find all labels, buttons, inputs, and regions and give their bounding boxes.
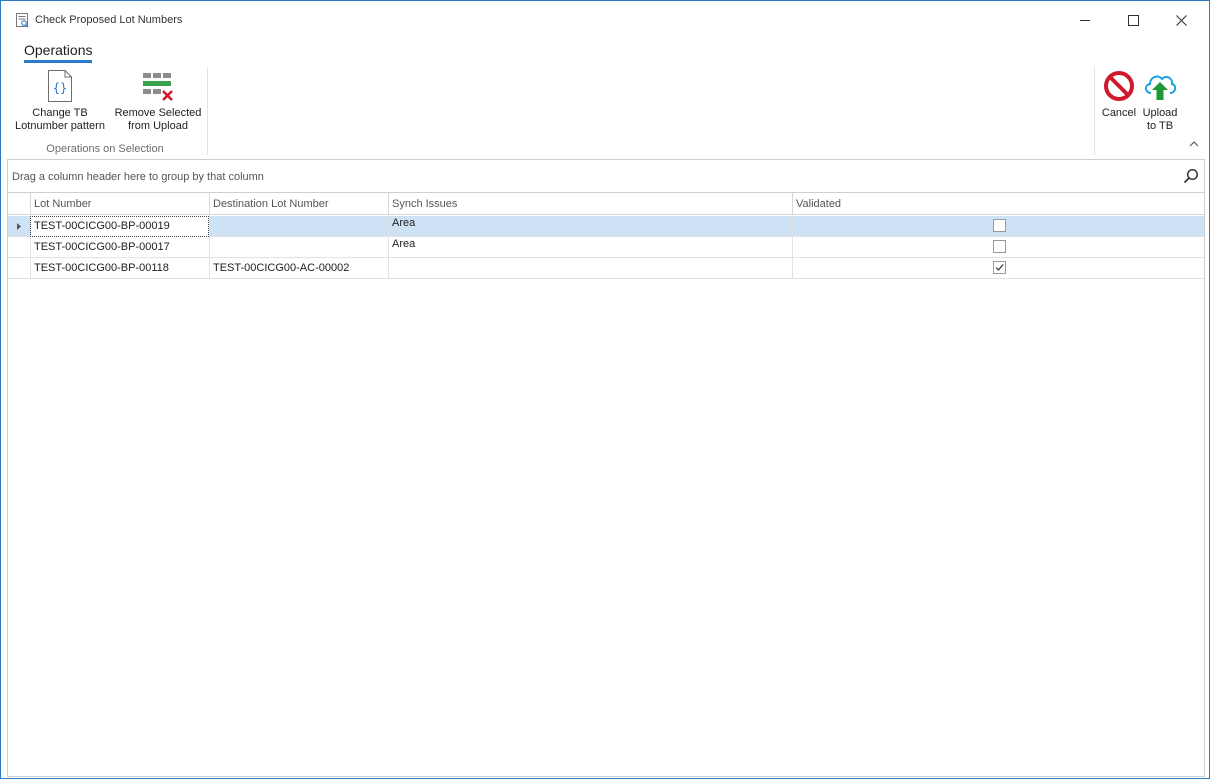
lot-grid: Lot Number Destination Lot Number Synch … [7, 192, 1205, 777]
upload-label-2: to TB [1146, 120, 1174, 132]
column-header-synch-issues[interactable]: Synch Issues [388, 193, 792, 215]
search-icon[interactable] [1183, 168, 1199, 184]
minimize-button[interactable] [1062, 1, 1108, 39]
cell-lot-number[interactable]: TEST-00CICG00-BP-00118 [30, 258, 209, 279]
upload-to-tb-button[interactable]: Upload to TB [1140, 69, 1180, 133]
remove-selected-label-1: Remove Selected [114, 107, 202, 119]
cell-synch-issues[interactable]: Area [388, 216, 792, 237]
title-bar: Check Proposed Lot Numbers [1, 1, 1209, 39]
remove-rows-icon [143, 73, 173, 101]
cell-validated [792, 216, 1204, 237]
change-pattern-label-2: Lotnumber pattern [15, 120, 105, 132]
cell-synch-issues[interactable] [388, 258, 792, 279]
grid-header: Lot Number Destination Lot Number Synch … [8, 193, 1204, 215]
change-lotnumber-pattern-button[interactable]: {} Change TB Lotnumber pattern [8, 69, 112, 133]
cloud-upload-icon [1145, 75, 1177, 100]
column-header-validated[interactable]: Validated [792, 193, 1204, 215]
checkmark-icon [995, 264, 1004, 271]
cell-lot-number[interactable]: TEST-00CICG00-BP-00017 [30, 237, 209, 258]
remove-selected-button[interactable]: Remove Selected from Upload [112, 69, 204, 133]
ribbon-group-caption: Operations on Selection [46, 143, 164, 155]
column-header-lot-number[interactable]: Lot Number [30, 193, 209, 215]
table-row[interactable]: TEST-00CICG00-BP-00019 Area [8, 216, 1204, 237]
maximize-icon [1127, 14, 1139, 26]
collapse-ribbon-icon[interactable] [1189, 140, 1199, 148]
change-pattern-label-1: Change TB [32, 107, 88, 119]
remove-selected-label-2: from Upload [128, 120, 188, 132]
cell-destination-lot-number[interactable]: TEST-00CICG00-AC-00002 [209, 258, 388, 279]
cell-validated [792, 237, 1204, 258]
window-title: Check Proposed Lot Numbers [35, 14, 183, 26]
ribbon-separator [207, 67, 208, 155]
validated-checkbox[interactable] [993, 261, 1006, 274]
row-indicator-icon [17, 223, 21, 230]
validated-checkbox[interactable] [993, 219, 1006, 232]
tab-operations[interactable]: Operations [24, 42, 93, 63]
dialog-window: Check Proposed Lot Numbers Operations {}… [0, 0, 1210, 779]
cell-destination-lot-number[interactable] [209, 237, 388, 258]
upload-label-1: Upload [1142, 107, 1178, 119]
cancel-icon [1104, 71, 1134, 101]
cell-lot-number[interactable]: TEST-00CICG00-BP-00019 [30, 216, 209, 237]
group-by-panel[interactable]: Drag a column header here to group by th… [7, 159, 1205, 192]
table-row[interactable]: TEST-00CICG00-BP-00017 Area [8, 237, 1204, 258]
group-by-hint: Drag a column header here to group by th… [12, 171, 264, 183]
ribbon-separator [1094, 67, 1095, 155]
cell-synch-issues[interactable]: Area [388, 237, 792, 258]
cell-destination-lot-number[interactable] [209, 216, 388, 237]
code-file-icon: {} [48, 70, 72, 102]
close-icon [1175, 14, 1187, 26]
validated-checkbox[interactable] [993, 240, 1006, 253]
table-row[interactable]: TEST-00CICG00-BP-00118 TEST-00CICG00-AC-… [8, 258, 1204, 279]
cancel-button[interactable]: Cancel [1100, 69, 1138, 120]
close-button[interactable] [1158, 1, 1204, 39]
cancel-label: Cancel [1101, 107, 1137, 119]
ribbon: {} Change TB Lotnumber pattern Remove Se… [2, 63, 1208, 158]
svg-text:{}: {} [53, 81, 67, 95]
minimize-icon [1080, 20, 1090, 21]
maximize-button[interactable] [1110, 1, 1156, 39]
column-header-destination-lot-number[interactable]: Destination Lot Number [209, 193, 388, 215]
cell-validated [792, 258, 1204, 279]
app-icon [16, 13, 29, 28]
